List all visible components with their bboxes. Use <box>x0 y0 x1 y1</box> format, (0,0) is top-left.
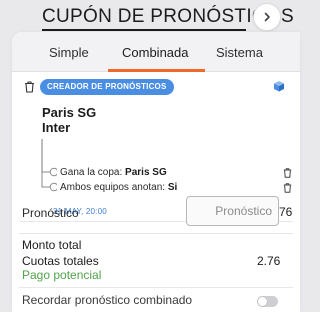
betslip-panel: Simple Combinada Sistema CREADOR DE PRON… <box>12 32 300 312</box>
app-header: CUPÓN DE PRONÓSTICOS <box>0 0 300 36</box>
expand-button[interactable] <box>253 3 281 31</box>
trash-icon[interactable] <box>283 168 292 178</box>
remember-combo-toggle[interactable] <box>257 296 278 307</box>
stake-input[interactable] <box>186 196 279 226</box>
trash-icon[interactable] <box>283 183 292 193</box>
tab-sistema[interactable]: Sistema <box>216 45 263 60</box>
total-odds-value: 2.76 <box>257 254 281 268</box>
selection-2-market: Ambos equipos anotan: <box>60 182 168 193</box>
bet-builder-cube-icon <box>274 81 284 92</box>
active-tab-indicator <box>108 69 205 72</box>
title-underline <box>42 29 246 31</box>
selection-1-market: Gana la copa: <box>60 167 126 178</box>
trash-icon[interactable] <box>24 81 35 93</box>
divider <box>19 233 293 234</box>
total-stake-label: Monto total <box>22 238 82 252</box>
selection-2: Ambos equipos anotan: Si <box>60 182 177 193</box>
team-home: Paris SG <box>42 105 97 120</box>
selection-1-pick: Paris SG <box>125 167 167 178</box>
selection-2-pick: Si <box>167 182 178 193</box>
total-odds-label: Cuotas totales <box>22 254 99 268</box>
chevron-right-icon <box>264 12 270 22</box>
selection-connector-icon <box>41 139 57 192</box>
potential-payout-label: Pago potencial <box>22 268 102 282</box>
creator-badge: CREADOR DE PRONÓSTICOS <box>40 79 174 95</box>
divider <box>19 287 293 288</box>
tab-simple[interactable]: Simple <box>49 45 89 60</box>
team-away: Inter <box>42 120 71 135</box>
tab-combinada[interactable]: Combinada <box>122 45 189 60</box>
remember-combo-label: Recordar pronóstico combinado <box>22 293 193 307</box>
toggle-knob <box>258 297 267 306</box>
betslip-tabs: Simple Combinada Sistema <box>12 32 300 72</box>
selection-1: Gana la copa: Paris SG <box>60 167 167 178</box>
stake-label: Pronóstico <box>22 206 79 220</box>
